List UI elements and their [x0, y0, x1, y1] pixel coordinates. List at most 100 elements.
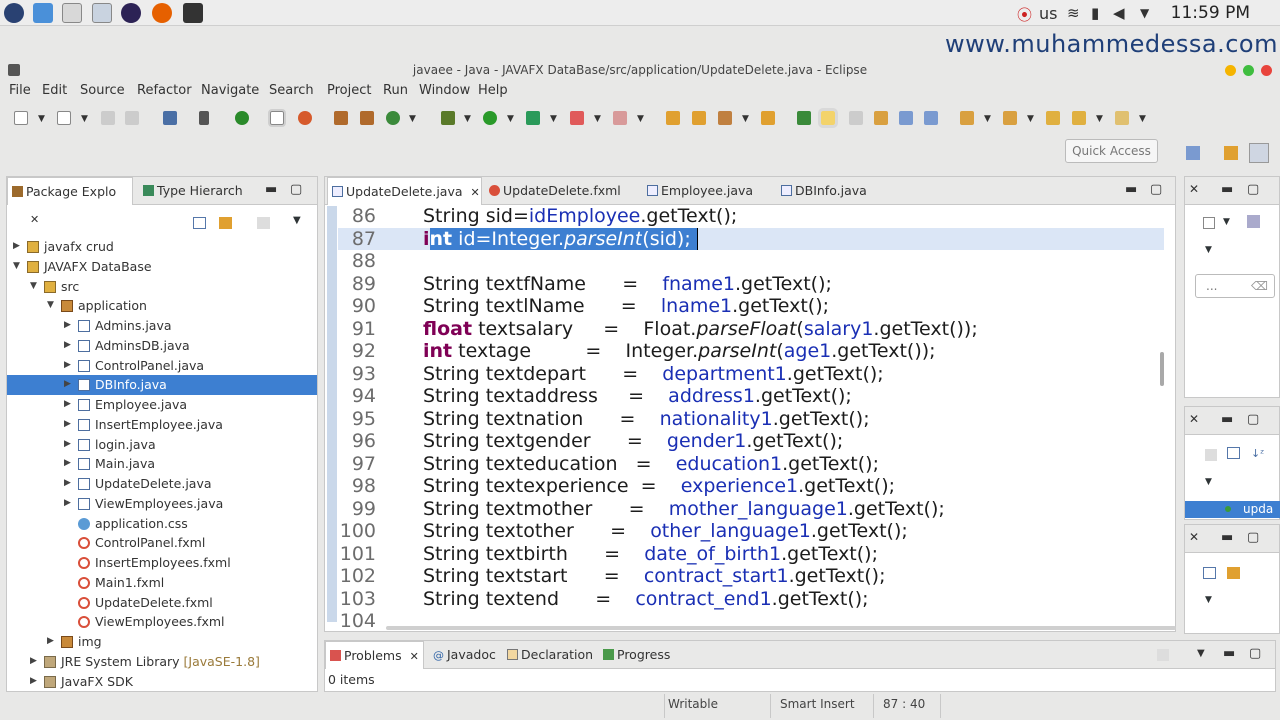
tab-updatedelete-fxml[interactable]: UpdateDelete.fxml: [485, 177, 635, 205]
chevron-down-icon[interactable]: ▼: [594, 114, 601, 124]
chevron-down-icon[interactable]: ▼: [47, 296, 54, 315]
tree-item[interactable]: ▶ Admins.java: [7, 316, 317, 336]
menu-edit[interactable]: Edit: [42, 83, 67, 98]
menu-help[interactable]: Help: [478, 83, 508, 98]
tree-item[interactable]: ▶ login.java: [7, 435, 317, 455]
tree-item[interactable]: ▶ JavaFX SDK: [7, 672, 317, 692]
eclipse-icon[interactable]: [121, 3, 141, 23]
editor-scrollbar[interactable]: [1160, 352, 1164, 386]
stop-icon[interactable]: [570, 111, 584, 125]
record-icon[interactable]: ⦿: [1017, 4, 1032, 25]
chevron-down-icon[interactable]: ▼: [409, 114, 416, 124]
view-menu-icon[interactable]: ▼: [1197, 648, 1205, 659]
chevron-down-icon[interactable]: ▼: [984, 114, 991, 124]
build-icon[interactable]: [334, 111, 348, 125]
maximize-button[interactable]: [1243, 65, 1254, 76]
menu-file[interactable]: File: [9, 83, 31, 98]
tree-item[interactable]: ▶ ControlPanel.java: [7, 356, 317, 376]
tree-item[interactable]: ViewEmployees.fxml: [7, 612, 317, 632]
chevron-down-icon[interactable]: ▼: [1027, 114, 1034, 124]
tab-employee-java[interactable]: Employee.java: [643, 177, 773, 205]
chevron-down-icon[interactable]: ▼: [507, 114, 514, 124]
close-icon[interactable]: ✕: [1189, 182, 1199, 196]
chevron-right-icon[interactable]: ▶: [30, 672, 37, 691]
pin-icon[interactable]: [199, 111, 209, 125]
tree-item[interactable]: ▶ AdminsDB.java: [7, 336, 317, 356]
editor-ruler[interactable]: [327, 206, 337, 622]
chevron-down-icon[interactable]: ▼: [1205, 245, 1212, 255]
tree-item[interactable]: ▶ JRE System Library [JavaSE-1.8]: [7, 652, 317, 672]
new-icon[interactable]: [14, 111, 28, 125]
chevron-down-icon[interactable]: ▼: [1205, 477, 1212, 487]
code-line[interactable]: 95 String textnation = nationality1.getTe…: [338, 408, 1164, 431]
menu-navigate[interactable]: Navigate: [201, 83, 259, 98]
volume-icon[interactable]: ◀: [1113, 4, 1125, 22]
close-icon[interactable]: ✕: [1189, 412, 1199, 426]
window-icon[interactable]: [62, 3, 82, 23]
chevron-right-icon[interactable]: ▶: [47, 632, 54, 651]
tree-item[interactable]: ▶ Main.java: [7, 454, 317, 474]
tree-item[interactable]: ▶ DBInfo.java: [7, 375, 317, 396]
code-line[interactable]: 94 String textaddress = address1.getText(…: [338, 385, 1164, 408]
maximize-icon[interactable]: ▢: [290, 182, 302, 197]
maximize-icon[interactable]: ▢: [1247, 412, 1259, 427]
debug-icon[interactable]: [441, 111, 455, 125]
close-icon[interactable]: ✕: [471, 186, 480, 199]
insert-mode[interactable]: Smart Insert: [780, 697, 855, 711]
tab-declaration[interactable]: Declaration: [503, 641, 599, 669]
save-icon[interactable]: [101, 111, 115, 125]
tab-package-explorer[interactable]: Package Explo ✕: [7, 177, 133, 226]
chevron-right-icon[interactable]: ▶: [64, 316, 71, 335]
task-search-input[interactable]: ... ⌫: [1195, 274, 1275, 298]
chevron-right-icon[interactable]: ▶: [64, 395, 71, 414]
search-icon[interactable]: [718, 111, 732, 125]
code-line[interactable]: 99 String textmother = mother_language1.g…: [338, 498, 1164, 521]
code-line[interactable]: 92 int textage = Integer.parseInt(age1.ge…: [338, 340, 1164, 363]
tree-item[interactable]: ▼ application: [7, 296, 317, 316]
tree-item[interactable]: ▶ img: [7, 632, 317, 652]
forward-icon[interactable]: [1115, 111, 1129, 125]
tree-item[interactable]: InsertEmployees.fxml: [7, 553, 317, 573]
keyboard-layout[interactable]: us: [1039, 4, 1057, 23]
tab-problems[interactable]: Problems ✕: [325, 641, 424, 669]
chevron-down-icon[interactable]: ▼: [13, 257, 20, 276]
chevron-down-icon[interactable]: ▼: [38, 114, 45, 124]
code-line[interactable]: 86 String sid=idEmployee.getText();: [338, 205, 1164, 228]
menu-run[interactable]: Run: [383, 83, 408, 98]
link-editor-icon[interactable]: [1227, 567, 1240, 579]
battery-icon[interactable]: ▮: [1091, 4, 1099, 22]
chevron-right-icon[interactable]: ▶: [64, 375, 71, 394]
wifi-icon[interactable]: ≋: [1067, 4, 1080, 22]
chevron-right-icon[interactable]: ▶: [64, 494, 71, 513]
menu-window[interactable]: Window: [419, 83, 470, 98]
open-perspective-icon[interactable]: [1186, 146, 1200, 160]
link-editor-icon[interactable]: [219, 217, 232, 229]
external-tools-icon[interactable]: [526, 111, 540, 125]
firefox-icon[interactable]: [152, 3, 172, 23]
chevron-right-icon[interactable]: ▶: [13, 237, 20, 256]
tree-item[interactable]: Main1.fxml: [7, 573, 317, 593]
toggle-mark-icon[interactable]: [268, 109, 286, 127]
minimize-icon[interactable]: ▬: [1125, 182, 1137, 197]
chevron-right-icon[interactable]: ▶: [64, 356, 71, 375]
code-line[interactable]: 93 String textdepart = department1.getTex…: [338, 363, 1164, 386]
minimize-icon[interactable]: ▬: [265, 182, 277, 197]
chevron-down-icon[interactable]: ▼: [81, 114, 88, 124]
toggle-breadcrumb-icon[interactable]: [899, 111, 913, 125]
chevron-down-icon[interactable]: ▼: [550, 114, 557, 124]
code-line[interactable]: 96 String textgender = gender1.getText();: [338, 430, 1164, 453]
close-button[interactable]: [1261, 65, 1272, 76]
close-icon[interactable]: ✕: [410, 650, 419, 663]
menu-refactor[interactable]: Refactor: [137, 83, 192, 98]
tree-item[interactable]: ▼ JAVAFX DataBase: [7, 257, 317, 277]
sync-icon[interactable]: [298, 111, 312, 125]
close-icon[interactable]: ✕: [30, 213, 39, 226]
tab-progress[interactable]: Progress: [599, 641, 679, 669]
collapse-all-icon[interactable]: [1227, 447, 1240, 459]
maximize-icon[interactable]: ▢: [1150, 182, 1162, 197]
code-line[interactable]: 97 String texteducation = education1.getT…: [338, 453, 1164, 476]
close-icon[interactable]: ✕: [1189, 530, 1199, 544]
window-menu-icon[interactable]: [8, 64, 20, 76]
code-line[interactable]: 89 String textfName = fname1.getText();: [338, 273, 1164, 296]
chevron-right-icon[interactable]: ▶: [64, 336, 71, 355]
